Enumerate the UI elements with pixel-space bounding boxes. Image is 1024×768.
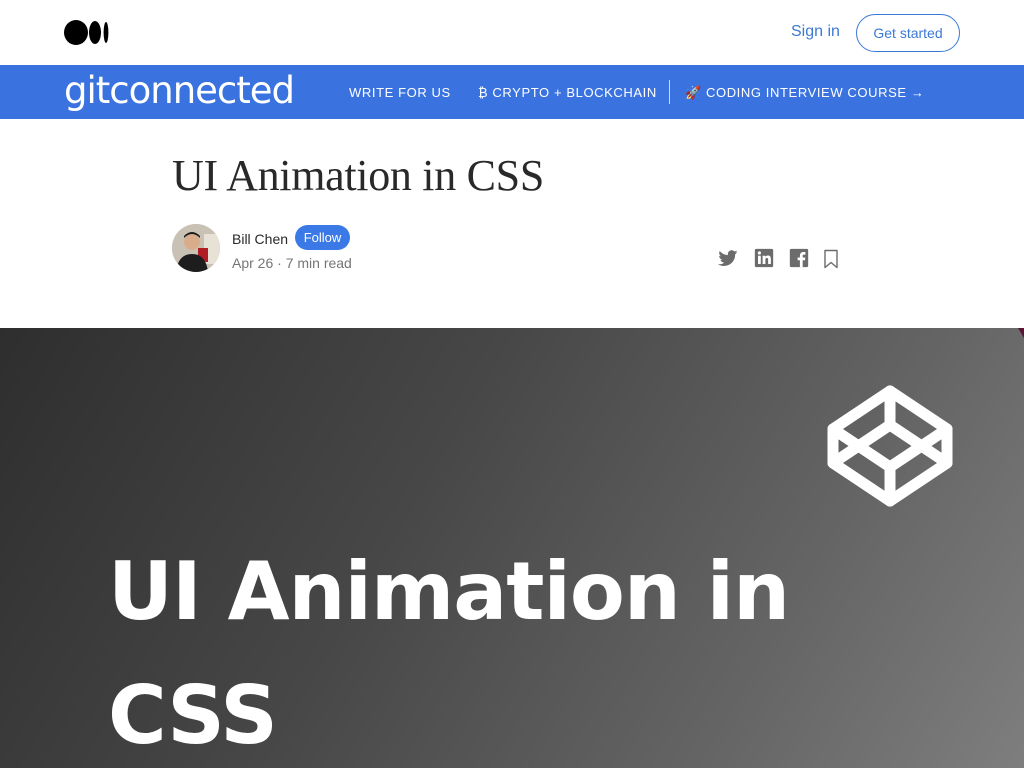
author-name[interactable]: Bill Chen [232,231,288,247]
nav-write-for-us[interactable]: WRITE FOR US [349,85,451,100]
sign-in-link[interactable]: Sign in [791,23,840,41]
top-navigation-bar: Sign in Get started [0,0,1024,65]
publication-bar: gitconnected WRITE FOR US ₿ CRYPTO + BLO… [0,65,1024,119]
article-meta: Apr 26 · 7 min read [232,255,352,271]
nav-divider [669,80,670,104]
twitter-icon[interactable] [717,247,739,269]
hero-title-line-2: CSS [108,669,278,762]
hero-title-line-1: UI Animation in [108,545,790,638]
linkedin-icon[interactable] [753,247,775,269]
bookmark-icon[interactable] [822,249,840,269]
get-started-button[interactable]: Get started [856,14,960,52]
author-avatar[interactable] [172,224,220,272]
nav-crypto-blockchain[interactable]: ₿ CRYPTO + BLOCKCHAIN [478,85,657,100]
hero-corner-accent [1018,328,1024,338]
hero-image: UI Animation in CSS [0,328,1024,768]
follow-button[interactable]: Follow [295,225,350,250]
codepen-logo-icon [827,385,953,507]
publication-logo[interactable]: gitconnected [64,69,295,112]
article-title: UI Animation in CSS [172,151,545,200]
hero-title: UI Animation in CSS [108,530,808,768]
facebook-icon[interactable] [788,247,810,269]
nav-coding-interview-course[interactable]: 🚀 CODING INTERVIEW COURSE → [685,85,924,101]
medium-logo-icon[interactable] [64,20,110,45]
